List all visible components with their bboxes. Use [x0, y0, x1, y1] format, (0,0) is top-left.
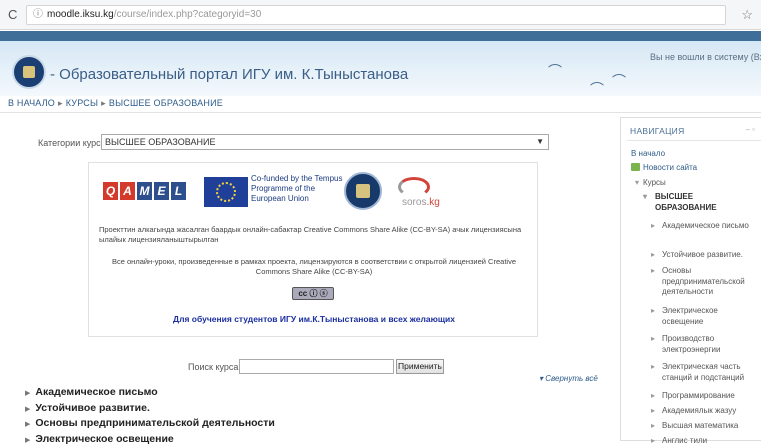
nav-course-item[interactable]: ▸Устойчивое развитие. [651, 250, 755, 261]
header-strip [0, 31, 761, 41]
eu-cofunded-text: Co-funded by the Tempus Programme of the… [251, 174, 347, 204]
nav-course-item[interactable]: ▸Программирование [651, 391, 755, 402]
university-logo[interactable] [12, 55, 46, 89]
dropdown-arrow-icon: ▼ [536, 135, 544, 149]
nav-course-item[interactable]: ▸Основы предпринимательской деятельности [651, 266, 755, 298]
breadcrumb: В НАЧАЛО▸КУРСЫ▸ВЫСШЕЕ ОБРАЗОВАНИЕ [8, 98, 223, 109]
soros-name: soros [402, 197, 426, 208]
university-seal-icon [344, 172, 382, 210]
divider [0, 112, 761, 113]
expand-icon: ▶ [25, 390, 30, 397]
navigation-block: НАВИГАЦИЯ – ▫ В начало Новости сайта ▾Ку… [620, 117, 761, 441]
expand-icon: ▸ [651, 221, 655, 232]
expand-icon: ▸ [651, 266, 655, 277]
browser-toolbar: C ⓘ moodle.iksu.kg/course/index.php?categ… [0, 0, 761, 30]
url-host: moodle.iksu.kg [47, 9, 114, 20]
bird-icon: ⌒ [548, 61, 562, 81]
nav-course-item[interactable]: ▸Высшая математика [651, 421, 755, 432]
reload-icon[interactable]: C [8, 7, 17, 22]
expand-icon: ▸ [651, 436, 655, 447]
qamel-letter: A [120, 182, 135, 200]
breadcrumb-current[interactable]: ВЫСШЕЕ ОБРАЗОВАНИЕ [109, 98, 223, 108]
nav-course-item[interactable]: ▸Англис тили [651, 436, 755, 447]
divider [627, 140, 761, 141]
students-notice: Для обучения студентов ИГУ им.К.Тыныстан… [99, 314, 529, 324]
breadcrumb-home[interactable]: В НАЧАЛО [8, 98, 55, 108]
site-title[interactable]: - Образовательный портал ИГУ им. К.Тыныс… [50, 66, 408, 83]
apply-button[interactable]: Применить [396, 359, 444, 374]
qamel-logo: QAMEL [103, 173, 193, 209]
url-path: /course/index.php?categoryid=30 [114, 9, 262, 20]
expand-icon: ▸ [651, 334, 655, 345]
license-text-kyrgyz: Проекттин алкагында жасалган баардык онл… [99, 225, 529, 245]
nav-course-item[interactable]: ▸Электрическое освещение [651, 306, 755, 327]
block-controls-icon[interactable]: – ▫ [745, 125, 755, 134]
course-item[interactable]: ▶Устойчивое развитие. [25, 402, 275, 418]
expand-icon: ▶ [25, 406, 30, 413]
nav-site-news[interactable]: Новости сайта [631, 163, 697, 174]
expand-icon: ▸ [651, 250, 655, 261]
license-text-russian: Все онлайн-уроки, произведенные в рамках… [99, 257, 529, 277]
qamel-letter: L [171, 182, 186, 200]
navigation-title: НАВИГАЦИЯ [630, 126, 685, 136]
breadcrumb-separator: ▸ [101, 98, 106, 108]
nav-current-category[interactable]: ▾ВЫСШЕЕ ОБРАЗОВАНИЕ [643, 192, 753, 213]
bird-icon: ⌒ [612, 71, 626, 91]
collapse-all-link[interactable]: ▾ Свернуть всё [539, 374, 598, 383]
soros-logo: soros.kg [394, 175, 439, 211]
search-label: Поиск курса: [188, 362, 241, 372]
site-header: - Образовательный портал ИГУ им. К.Тыныс… [0, 31, 761, 96]
expand-icon: ▶ [25, 421, 30, 428]
cc-license-badge[interactable]: cc ⓘ ⓢ [292, 287, 334, 300]
course-item[interactable]: ▶Академическое письмо [25, 386, 275, 402]
expand-icon: ▸ [651, 391, 655, 402]
nav-course-item[interactable]: ▸Академиялык жазуу [651, 406, 755, 417]
expand-icon: ▸ [651, 362, 655, 373]
login-link[interactable]: Вы не вошли в систему (Вход [650, 52, 761, 62]
star-icon[interactable]: ☆ [741, 7, 753, 23]
course-item[interactable]: ▶Электрическое освещение [25, 433, 275, 448]
collapse-arrow-icon: ▾ [643, 192, 647, 203]
expand-icon: ▸ [651, 406, 655, 417]
eu-flag-icon [204, 177, 248, 207]
expand-icon: ▸ [651, 421, 655, 432]
nav-courses[interactable]: ▾Курсы [635, 178, 666, 189]
expand-icon: ▸ [651, 306, 655, 317]
news-icon [631, 163, 640, 171]
project-info-block: QAMEL Co-funded by the Tempus Programme … [88, 162, 538, 337]
nav-home[interactable]: В начало [631, 149, 665, 160]
expand-icon: ▶ [25, 437, 30, 444]
address-bar[interactable]: ⓘ moodle.iksu.kg/course/index.php?categor… [26, 5, 726, 25]
qamel-letter: M [137, 182, 152, 200]
breadcrumb-courses[interactable]: КУРСЫ [66, 98, 98, 108]
nav-course-item[interactable]: ▸Производство электроэнергии [651, 334, 755, 355]
course-search-input[interactable] [239, 359, 394, 374]
nav-course-item[interactable]: ▸Электрическая часть станций и подстанци… [651, 362, 755, 383]
soros-suffix: .kg [426, 197, 439, 208]
breadcrumb-separator: ▸ [58, 98, 63, 108]
nav-course-item[interactable]: ▸Академическое письмо [651, 221, 755, 232]
info-icon[interactable]: ⓘ [33, 9, 43, 20]
qamel-letter: E [154, 182, 169, 200]
collapse-arrow-icon: ▾ [635, 178, 639, 187]
bird-icon: ⌒ [590, 79, 604, 96]
category-select[interactable]: ВЫСШЕЕ ОБРАЗОВАНИЕ ▼ [101, 134, 549, 150]
course-item[interactable]: ▶Основы предпринимательской деятельности [25, 417, 275, 433]
qamel-letter: Q [103, 182, 118, 200]
course-list: ▶Академическое письмо ▶Устойчивое развит… [25, 386, 275, 448]
category-selected-value: ВЫСШЕЕ ОБРАЗОВАНИЕ [105, 137, 215, 147]
